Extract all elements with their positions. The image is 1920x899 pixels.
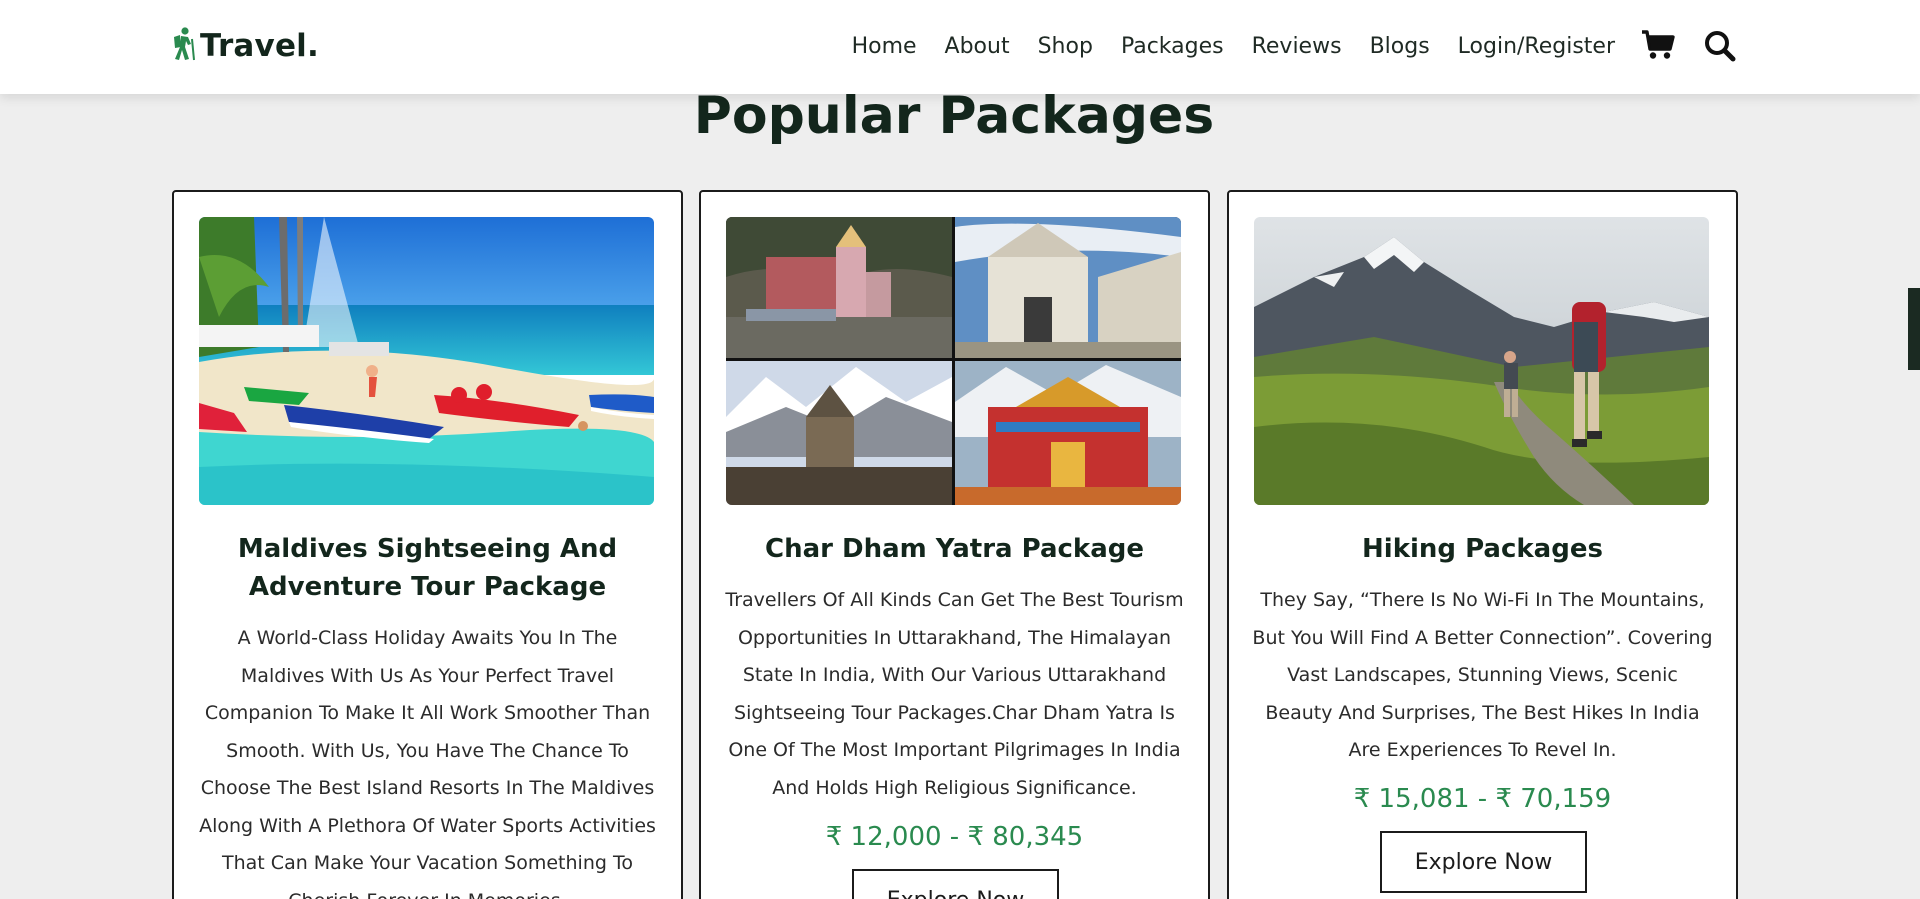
side-scroll-tab[interactable] — [1908, 288, 1920, 370]
search-icon[interactable] — [1704, 30, 1736, 66]
package-description: A World-Class Holiday Awaits You In The … — [199, 627, 656, 899]
nav-shop[interactable]: Shop — [1038, 26, 1093, 68]
nav-about[interactable]: About — [945, 26, 1010, 68]
package-price: ₹ 12,000 - ₹ 80,345 — [825, 822, 1084, 852]
nav-reviews[interactable]: Reviews — [1252, 26, 1342, 68]
explore-now-button[interactable]: Explore Now — [1380, 831, 1587, 893]
main-nav: Home About Shop Packages Reviews Blogs L… — [852, 26, 1615, 68]
nav-home[interactable]: Home — [852, 26, 917, 68]
package-card-hiking: Hiking Packages They Say, “There Is No W… — [1227, 190, 1738, 899]
cart-icon[interactable] — [1641, 30, 1675, 64]
package-description: Travellers Of All Kinds Can Get The Best… — [725, 589, 1184, 799]
nav-packages[interactable]: Packages — [1121, 26, 1224, 68]
brand-logo[interactable]: Travel. — [170, 27, 319, 65]
package-card-maldives: Maldives Sightseeing And Adventure Tour … — [172, 190, 683, 899]
section-title: Popular Packages — [693, 86, 1215, 146]
package-title: Char Dham Yatra Package — [764, 534, 1145, 564]
package-description: They Say, “There Is No Wi-Fi In The Moun… — [1252, 589, 1713, 761]
explore-now-button[interactable]: Explore Now — [852, 869, 1059, 899]
brand-name: Travel. — [200, 28, 319, 64]
site-header: Travel. Home About Shop Packages Reviews… — [0, 0, 1920, 94]
hiker-icon — [170, 27, 196, 65]
package-image-char-dham — [726, 217, 1181, 505]
nav-blogs[interactable]: Blogs — [1370, 26, 1430, 68]
package-title: Maldives Sightseeing And Adventure Tour … — [237, 534, 618, 602]
package-image-maldives — [199, 217, 654, 505]
package-card-char-dham: Char Dham Yatra Package Travellers Of Al… — [699, 190, 1210, 899]
package-image-hiking — [1254, 217, 1709, 505]
package-price: ₹ 15,081 - ₹ 70,159 — [1353, 784, 1612, 814]
nav-login-register[interactable]: Login/Register — [1458, 26, 1615, 68]
package-title: Hiking Packages — [1362, 534, 1603, 564]
